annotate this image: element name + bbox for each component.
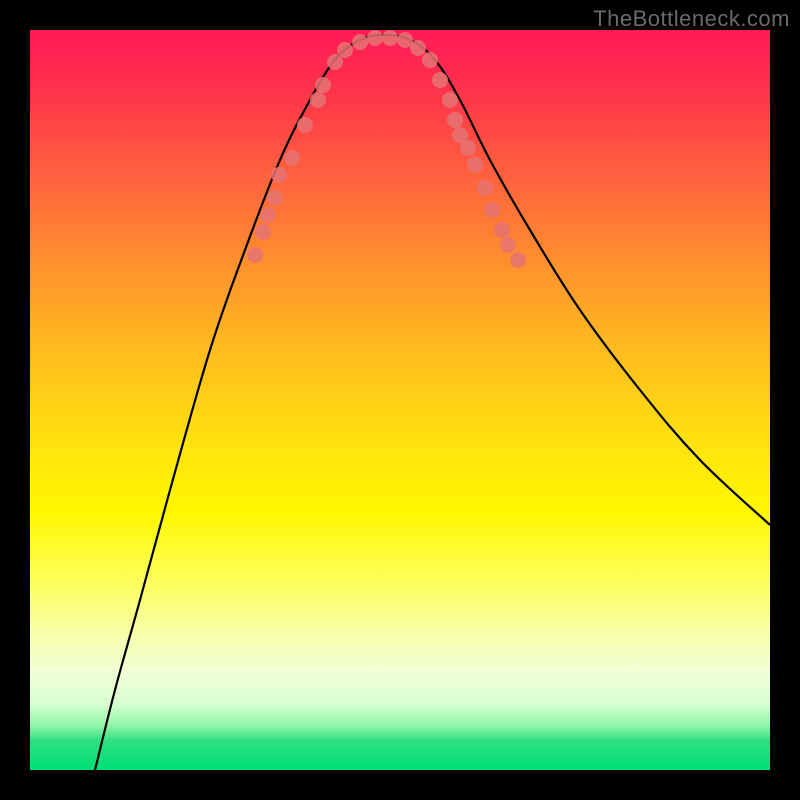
- marker-point: [442, 92, 458, 108]
- marker-point: [247, 247, 263, 263]
- marker-point: [432, 72, 448, 88]
- marker-point: [382, 30, 398, 46]
- marker-point: [310, 92, 326, 108]
- marker-point: [367, 30, 383, 46]
- marker-point: [260, 207, 276, 223]
- marker-point: [447, 112, 463, 128]
- marker-point: [284, 150, 300, 166]
- marker-point: [267, 190, 283, 206]
- marker-point: [297, 117, 313, 133]
- marker-point: [460, 140, 476, 156]
- marker-point: [410, 40, 426, 56]
- marker-point: [510, 252, 526, 268]
- chart-svg: [30, 30, 770, 770]
- chart-frame: TheBottleneck.com: [0, 0, 800, 800]
- marker-point: [467, 157, 483, 173]
- marker-point: [484, 202, 500, 218]
- marker-point: [271, 167, 287, 183]
- curve-bottleneck-curve: [95, 35, 770, 770]
- marker-point: [337, 42, 353, 58]
- marker-point: [500, 237, 516, 253]
- watermark-text: TheBottleneck.com: [593, 6, 790, 32]
- marker-point: [315, 77, 331, 93]
- marker-point: [352, 34, 368, 50]
- marker-point: [422, 52, 438, 68]
- plot-area: [30, 30, 770, 770]
- marker-point: [255, 224, 271, 240]
- marker-point: [477, 180, 493, 196]
- marker-point: [494, 222, 510, 238]
